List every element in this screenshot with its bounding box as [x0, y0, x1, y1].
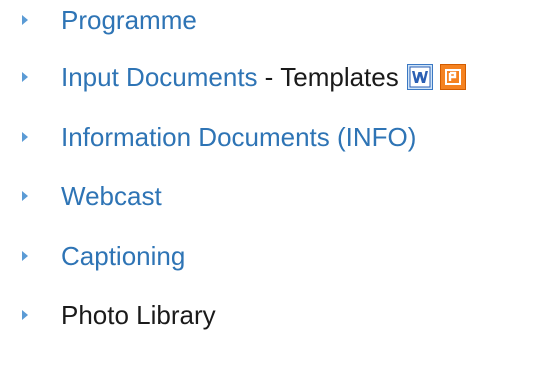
word-icon	[409, 66, 431, 88]
bullet-arrow-icon	[22, 132, 28, 142]
photo-library-label: Photo Library	[61, 300, 216, 330]
separator-dash: -	[264, 62, 274, 92]
bullet-arrow-icon	[22, 72, 28, 82]
information-documents-link[interactable]: Information Documents (INFO)	[61, 122, 416, 152]
bullet-arrow-icon	[22, 310, 28, 320]
webcast-link[interactable]: Webcast	[61, 181, 162, 211]
templates-label: Templates	[280, 62, 399, 92]
programme-link[interactable]: Programme	[61, 5, 197, 35]
bullet-arrow-icon	[22, 191, 28, 201]
bullet-arrow-icon	[22, 251, 28, 261]
powerpoint-template-icon[interactable]	[439, 64, 466, 90]
captioning-link[interactable]: Captioning	[61, 241, 185, 271]
input-documents-link[interactable]: Input Documents	[61, 62, 258, 92]
powerpoint-icon	[442, 67, 463, 87]
bullet-arrow-icon	[22, 15, 28, 25]
word-template-icon[interactable]	[406, 64, 433, 90]
